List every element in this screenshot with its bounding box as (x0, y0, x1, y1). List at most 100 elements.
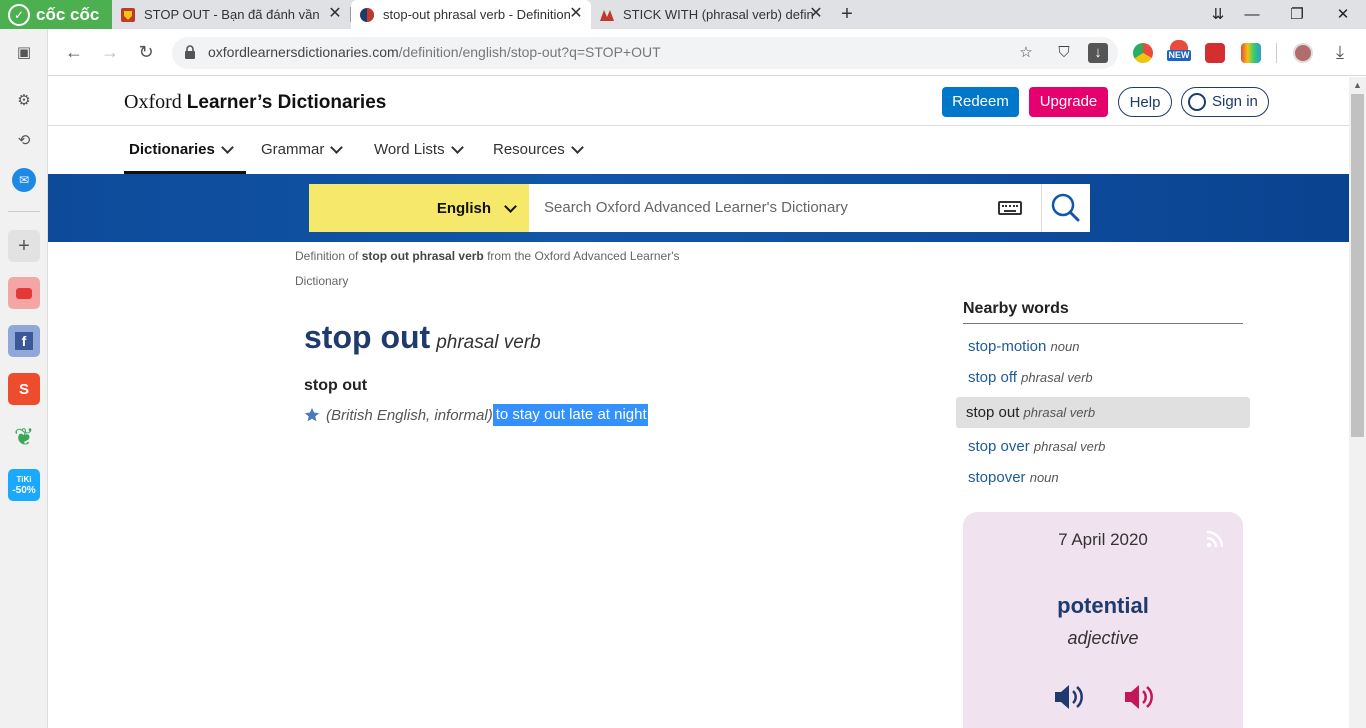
definition-breadcrumb: Definition of stop out phrasal verb from… (295, 244, 735, 294)
chevron-down-icon (450, 140, 464, 154)
dictionary-page: Oxford Learner’s Dictionaries Redeem Upg… (48, 77, 1349, 728)
facebook-icon[interactable]: f (8, 325, 40, 357)
upgrade-button[interactable]: Upgrade (1029, 87, 1108, 117)
menu-resources[interactable]: Resources (493, 140, 584, 158)
rss-feed-icon[interactable] (1205, 529, 1225, 549)
wotd-date: 7 April 2020 (1058, 530, 1148, 549)
color-extension-icon[interactable] (1241, 43, 1261, 63)
red-extension-icon[interactable] (1205, 43, 1225, 63)
search-input[interactable]: Search Oxford Advanced Learner's Diction… (529, 184, 1042, 232)
settings-gear-icon[interactable]: ⚙ (12, 88, 36, 112)
bookmark-star-icon[interactable]: ☆ (1016, 43, 1036, 63)
close-icon[interactable]: ✕ (326, 5, 344, 23)
oxford-favicon-icon (360, 7, 374, 22)
address-bar[interactable]: oxfordlearnersdictionaries.com/definitio… (172, 37, 1118, 69)
macmillan-favicon-icon (600, 9, 614, 21)
browser-tab-strip: ✓ cốc cốc STOP OUT - Bạn đã đánh vần ✕ s… (0, 0, 1366, 29)
wotd-part-of-speech: adjective (1067, 628, 1139, 648)
leaf-app-icon[interactable]: ❦ (8, 421, 40, 453)
menu-grammar[interactable]: Grammar (261, 140, 344, 158)
chevron-down-icon (330, 140, 344, 154)
nearby-word-link[interactable]: stop off phrasal verb (968, 369, 1093, 386)
nearby-word: stopover (968, 469, 1026, 486)
new-tab-button[interactable]: + (836, 2, 858, 26)
redeem-button[interactable]: Redeem (942, 87, 1019, 117)
minimize-button[interactable]: — (1230, 0, 1274, 29)
wotd-word[interactable]: potential (963, 593, 1243, 619)
tab-title: STOP OUT - Bạn đã đánh vần (144, 7, 320, 22)
nearby-word-link[interactable]: stop-motion noun (968, 338, 1079, 355)
nearby-word: stop-motion (968, 338, 1047, 355)
scroll-up-arrow-icon[interactable]: ▲ (1349, 77, 1366, 94)
forward-button[interactable]: → (97, 39, 123, 65)
back-button[interactable]: ← (61, 39, 87, 65)
tab-title: STICK WITH (phrasal verb) definition (623, 7, 813, 22)
nearby-word-current[interactable]: stop out phrasal verb (956, 397, 1250, 428)
menu-word-lists[interactable]: Word Lists (374, 140, 464, 158)
tiki-discount: -50% (12, 485, 36, 496)
menu-label: Dictionaries (129, 141, 215, 158)
coccoc-extension-icon[interactable] (1133, 43, 1153, 63)
menu-label: Word Lists (374, 141, 445, 158)
chevron-down-icon (221, 140, 234, 154)
window-close-button[interactable]: ✕ (1321, 0, 1365, 29)
site-logo[interactable]: Oxford Learner’s Dictionaries (124, 91, 386, 114)
nearby-word-pos: phrasal verb (1021, 370, 1093, 385)
sign-in-button[interactable]: Sign in (1181, 87, 1269, 117)
chevron-down-icon (504, 200, 517, 213)
header-divider (48, 125, 1349, 126)
sidebar-divider (8, 211, 40, 212)
tab-stop-out-definition[interactable]: stop-out phrasal verb - Definition ✕ (351, 0, 591, 29)
browser-sidebar: ▣ ⚙ ⟲ ✉ + f S ❦ TiKi -50% (0, 29, 48, 728)
headword-text: stop out (304, 319, 431, 355)
url-path: /definition/english/stop-out?q=STOP+OUT (398, 44, 661, 60)
close-icon[interactable]: ✕ (807, 5, 825, 23)
nearby-word-pos: noun (1029, 470, 1059, 485)
browser-brand[interactable]: ✓ cốc cốc (0, 0, 112, 29)
tab-stop-out-spelling[interactable]: STOP OUT - Bạn đã đánh vần ✕ (112, 0, 350, 29)
youtube-icon[interactable] (8, 277, 40, 309)
add-shortcut-button[interactable]: + (8, 230, 40, 262)
messenger-icon[interactable]: ✉ (12, 168, 36, 192)
definition-text: to stay out late at night (492, 404, 648, 426)
register-label: (British English, informal) (326, 406, 493, 424)
browser-brand-label: cốc cốc (36, 4, 100, 24)
nearby-word-link[interactable]: stop over phrasal verb (968, 438, 1105, 455)
speaker-american-icon[interactable] (1121, 680, 1155, 714)
shield-icon[interactable]: ⛉ (1054, 43, 1074, 63)
star-icon[interactable] (304, 407, 320, 423)
part-of-speech: phrasal verb (436, 332, 541, 353)
sidebar-toggle-icon[interactable]: ▣ (12, 40, 36, 64)
search-button[interactable] (1042, 184, 1090, 232)
profile-avatar[interactable] (1293, 43, 1313, 63)
word-of-the-day-card: 7 April 2020 potential adjective (963, 512, 1243, 728)
language-label: English (436, 199, 491, 217)
help-button[interactable]: Help (1118, 87, 1172, 117)
lock-icon[interactable] (184, 45, 196, 59)
download-page-icon[interactable]: ↓ (1088, 43, 1108, 63)
menu-dictionaries[interactable]: Dictionaries (129, 140, 234, 158)
coccoc-logo-icon: ✓ (8, 3, 30, 26)
url-host: oxfordlearnersdictionaries.com (208, 44, 399, 60)
shopee-icon[interactable]: S (8, 373, 40, 405)
language-select[interactable]: English (309, 184, 529, 232)
headword: stop out phrasal verb (304, 319, 541, 356)
nearby-word-link[interactable]: stopover noun (968, 469, 1059, 486)
history-icon[interactable]: ⟲ (12, 128, 36, 152)
restore-button[interactable]: ❐ (1275, 0, 1319, 29)
scrollbar-thumb[interactable] (1351, 94, 1364, 437)
sign-in-label: Sign in (1212, 93, 1258, 110)
speaker-british-icon[interactable] (1051, 680, 1085, 714)
toolbar-divider (1276, 43, 1277, 63)
close-icon[interactable]: ✕ (567, 5, 585, 23)
browser-toolbar: ← → ↻ oxfordlearnersdictionaries.com/def… (0, 29, 1366, 76)
keyboard-icon[interactable] (998, 201, 1022, 215)
nearby-word-pos: phrasal verb (1023, 405, 1096, 420)
url-text: oxfordlearnersdictionaries.com/definitio… (208, 44, 661, 60)
new-extension-icon[interactable]: NEW (1167, 40, 1191, 66)
reload-button[interactable]: ↻ (133, 39, 159, 65)
tab-stick-with[interactable]: STICK WITH (phrasal verb) definition ✕ (591, 0, 831, 29)
tiki-promo-icon[interactable]: TiKi -50% (8, 469, 40, 501)
nearby-words-divider (963, 323, 1243, 324)
downloads-icon[interactable]: ⤓ (1327, 39, 1353, 65)
